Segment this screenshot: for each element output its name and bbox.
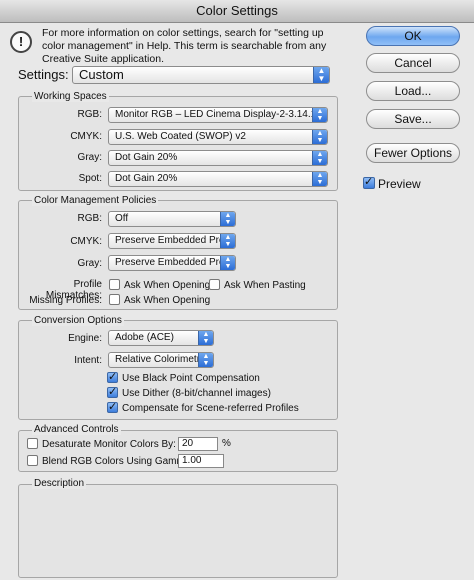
scene-referred-label: Compensate for Scene-referred Profiles — [122, 403, 299, 414]
ws-cmyk-dropdown[interactable]: U.S. Web Coated (SWOP) v2 ▲ ▼ — [108, 129, 328, 145]
desaturate-field[interactable]: 20 — [178, 437, 218, 451]
chevron-updown-icon: ▲ ▼ — [312, 151, 327, 165]
settings-dropdown[interactable]: Custom ▲ ▼ — [72, 66, 330, 84]
conversion-title: Conversion Options — [32, 315, 124, 326]
chevron-updown-icon: ▲ ▼ — [312, 108, 327, 122]
chevron-updown-icon: ▲ ▼ — [220, 212, 235, 226]
ws-rgb-value: Monitor RGB – LED Cinema Display-2-3.14.… — [115, 109, 322, 120]
settings-value: Custom — [79, 67, 124, 82]
ask-opening-checkbox[interactable] — [109, 279, 120, 290]
cmp-gray-dropdown[interactable]: Preserve Embedded Profiles ▲ ▼ — [108, 255, 236, 271]
ws-rgb-label: RGB: — [77, 109, 102, 120]
cancel-button[interactable]: Cancel — [366, 53, 460, 73]
engine-label: Engine: — [68, 333, 102, 344]
cmp-rgb-label: RGB: — [77, 213, 102, 224]
engine-dropdown[interactable]: Adobe (ACE) ▲ ▼ — [108, 330, 214, 346]
cmp-rgb-dropdown[interactable]: Off ▲ ▼ — [108, 211, 236, 227]
info-icon: ! — [10, 31, 32, 53]
dither-checkbox[interactable] — [107, 385, 118, 398]
missing-ask-opening-checkbox[interactable] — [109, 294, 120, 305]
missing-ask-opening-label: Ask When Opening — [124, 295, 211, 306]
preview-label: Preview — [378, 177, 421, 191]
save-button[interactable]: Save... — [366, 109, 460, 129]
fewer-options-button[interactable]: Fewer Options — [366, 143, 460, 163]
black-point-checkbox[interactable] — [107, 370, 118, 383]
desaturate-label: Desaturate Monitor Colors By: — [42, 439, 176, 450]
chevron-updown-icon: ▲ ▼ — [198, 331, 213, 345]
ok-button[interactable]: OK — [366, 26, 460, 46]
ws-spot-dropdown[interactable]: Dot Gain 20% ▲ ▼ — [108, 171, 328, 187]
ws-gray-value: Dot Gain 20% — [115, 152, 178, 163]
percent-label: % — [222, 438, 231, 449]
ask-pasting-label: Ask When Pasting — [224, 280, 306, 291]
ask-opening-label: Ask When Opening — [124, 280, 211, 291]
cmp-rgb-value: Off — [115, 213, 129, 224]
blend-gamma-field[interactable]: 1.00 — [178, 454, 224, 468]
ws-rgb-dropdown[interactable]: Monitor RGB – LED Cinema Display-2-3.14.… — [108, 107, 328, 123]
chevron-updown-icon: ▲ ▼ — [198, 353, 213, 367]
dither-label: Use Dither (8-bit/channel images) — [122, 388, 271, 399]
blend-gamma-label: Blend RGB Colors Using Gamma: — [42, 456, 194, 467]
desaturate-checkbox[interactable] — [27, 438, 38, 449]
window-title: Color Settings — [0, 0, 474, 23]
ws-spot-value: Dot Gain 20% — [115, 173, 178, 184]
chevron-updown-icon: ▲ ▼ — [312, 172, 327, 186]
scene-referred-checkbox[interactable] — [107, 400, 118, 413]
cmp-gray-value: Preserve Embedded Profiles — [115, 257, 235, 268]
ws-cmyk-value: U.S. Web Coated (SWOP) v2 — [115, 131, 246, 142]
ws-cmyk-label: CMYK: — [70, 131, 102, 142]
chevron-updown-icon: ▲ ▼ — [313, 67, 329, 83]
missing-profiles-label: Missing Profiles: — [29, 295, 102, 306]
blend-gamma-checkbox[interactable] — [27, 455, 38, 466]
policies-title: Color Management Policies — [32, 195, 159, 206]
settings-label: Settings: — [18, 67, 69, 82]
intent-label: Intent: — [74, 355, 102, 366]
working-spaces-title: Working Spaces — [32, 91, 109, 102]
ws-gray-label: Gray: — [77, 152, 102, 163]
intent-dropdown[interactable]: Relative Colorimetric ▲ ▼ — [108, 352, 214, 368]
preview-checkbox[interactable] — [363, 175, 375, 189]
info-text: For more information on color settings, … — [42, 27, 327, 65]
ws-gray-dropdown[interactable]: Dot Gain 20% ▲ ▼ — [108, 150, 328, 166]
description-group — [18, 484, 338, 578]
cmp-cmyk-label: CMYK: — [70, 236, 102, 247]
chevron-updown-icon: ▲ ▼ — [220, 234, 235, 248]
description-title: Description — [32, 478, 87, 489]
load-button[interactable]: Load... — [366, 81, 460, 101]
ask-pasting-checkbox[interactable] — [209, 279, 220, 290]
chevron-updown-icon: ▲ ▼ — [312, 130, 327, 144]
black-point-label: Use Black Point Compensation — [122, 373, 260, 384]
chevron-updown-icon: ▲ ▼ — [220, 256, 235, 270]
cmp-gray-label: Gray: — [77, 258, 102, 269]
ws-spot-label: Spot: — [78, 173, 102, 184]
advanced-title: Advanced Controls — [32, 424, 121, 435]
cmp-cmyk-dropdown[interactable]: Preserve Embedded Profiles ▲ ▼ — [108, 233, 236, 249]
cmp-cmyk-value: Preserve Embedded Profiles — [115, 235, 235, 246]
